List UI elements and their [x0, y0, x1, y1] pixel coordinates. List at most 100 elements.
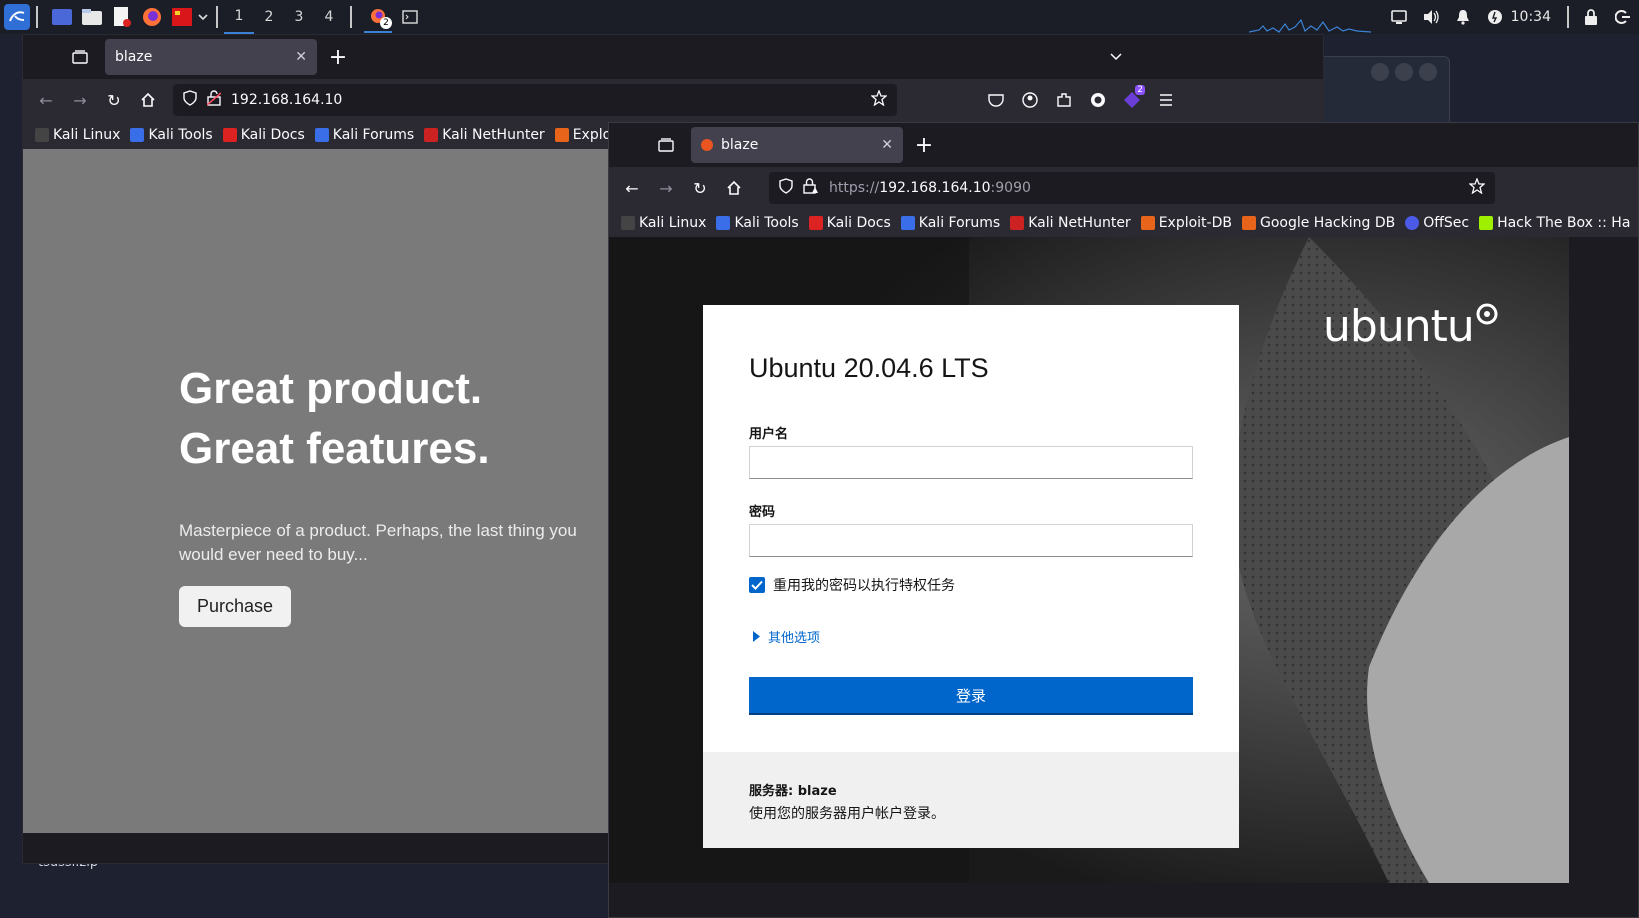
terminal-root-icon[interactable] [170, 5, 194, 29]
close-tab-icon[interactable]: ✕ [295, 49, 307, 65]
clock[interactable]: 10:34 [1511, 9, 1551, 25]
close-tab-icon[interactable]: ✕ [881, 137, 893, 153]
home-icon[interactable] [131, 83, 165, 117]
file-manager-icon[interactable] [80, 5, 104, 29]
bookmark-label: Google Hacking DB [1259, 215, 1396, 231]
tab-blaze[interactable]: blaze ✕ [105, 39, 317, 75]
ubuntu-wordmark: ubuntu [1323, 301, 1475, 352]
bookmark-hack-the-box[interactable]: Hack The Box :: Ha [1479, 215, 1630, 231]
reload-icon[interactable]: ↻ [683, 171, 717, 205]
password-input[interactable] [749, 524, 1193, 557]
workspace-4[interactable]: 4 [314, 0, 344, 34]
kali-menu-icon[interactable] [4, 4, 30, 30]
nav-bar: ← → ↻ https://192.168.164.10:9090 [609, 167, 1638, 209]
username-input[interactable] [749, 446, 1193, 479]
bookmark-google-hacking-db[interactable]: Google Hacking DB [1241, 215, 1396, 231]
bookmark-label: Kali Forums [918, 215, 1001, 231]
workspace-1[interactable]: 1 [224, 0, 254, 34]
ghdb-icon [1241, 216, 1256, 230]
hero-title-line2: Great features. [179, 424, 490, 473]
forward-icon[interactable]: → [63, 83, 97, 117]
bookmark-kali-linux[interactable]: Kali Linux [35, 127, 120, 143]
workspace-2[interactable]: 2 [254, 0, 284, 34]
kali-docs-icon [808, 216, 823, 230]
shield-icon[interactable] [779, 178, 793, 198]
new-tab-button[interactable]: + [907, 128, 941, 162]
checkbox-checked-icon[interactable] [749, 577, 765, 593]
other-options-toggle[interactable]: 其他选项 [753, 627, 820, 646]
text-editor-icon[interactable] [110, 5, 134, 29]
terminal-task-icon[interactable] [398, 5, 422, 29]
bookmarks-toolbar: Kali Linux Kali Tools Kali Docs Kali For… [609, 209, 1638, 237]
extension-circle-icon[interactable] [1081, 83, 1115, 117]
new-tab-button[interactable]: + [321, 40, 355, 74]
tab-bar: blaze ✕ + [23, 35, 1323, 79]
tab-blaze[interactable]: blaze ✕ [691, 127, 903, 163]
tab-overview-icon[interactable] [649, 128, 683, 162]
login-button[interactable]: 登录 [749, 677, 1193, 715]
home-icon[interactable] [717, 171, 751, 205]
reload-icon[interactable]: ↻ [97, 83, 131, 117]
url-prefix: https:// [829, 180, 880, 196]
cert-warning-lock-icon[interactable] [803, 178, 819, 198]
bookmark-kali-tools[interactable]: Kali Tools [130, 127, 213, 143]
back-icon[interactable]: ← [29, 83, 63, 117]
lock-icon[interactable] [1575, 0, 1607, 34]
back-icon[interactable]: ← [615, 171, 649, 205]
bookmark-kali-tools[interactable]: Kali Tools [716, 215, 799, 231]
menu-hamburger-icon[interactable] [1149, 83, 1183, 117]
logout-icon[interactable] [1607, 0, 1639, 34]
window-control-icon[interactable] [1371, 63, 1389, 81]
bookmark-star-icon[interactable] [1468, 177, 1486, 198]
bookmark-exploit-db[interactable]: Exploit-DB [1140, 215, 1232, 231]
nethunter-icon [1010, 216, 1025, 230]
firefox-icon[interactable] [140, 5, 164, 29]
insecure-lock-icon[interactable] [206, 90, 222, 110]
bookmark-kali-docs[interactable]: Kali Docs [222, 127, 305, 143]
tab-overview-icon[interactable] [63, 40, 97, 74]
chevron-down-icon[interactable] [196, 5, 210, 29]
taskbar-separator [216, 6, 218, 28]
kali-forums-icon [314, 128, 329, 142]
os-title: Ubuntu 20.04.6 LTS [749, 353, 989, 383]
bookmark-kali-forums[interactable]: Kali Forums [314, 127, 414, 143]
offsec-icon [1405, 216, 1420, 230]
bookmark-kali-forums[interactable]: Kali Forums [900, 215, 1001, 231]
tab-title: blaze [115, 49, 153, 65]
bookmark-offsec[interactable]: OffSec [1405, 215, 1469, 231]
power-status-icon[interactable] [1479, 0, 1511, 34]
volume-icon[interactable] [1415, 0, 1447, 34]
nav-bar: ← → ↻ 192.168.164.10 2 [23, 79, 1323, 121]
reuse-password-option[interactable]: 重用我的密码以执行特权任务 [749, 575, 955, 595]
pocket-icon[interactable] [979, 83, 1013, 117]
url-text: 192.168.164.10 [231, 92, 343, 108]
extension-badge-icon[interactable]: 2 [1115, 83, 1149, 117]
ubuntu-circle-icon [1476, 303, 1498, 325]
other-options-label: 其他选项 [768, 631, 821, 646]
notification-bell-icon[interactable] [1447, 0, 1479, 34]
forward-icon[interactable]: → [649, 171, 683, 205]
username-label: 用户名 [749, 427, 789, 442]
list-all-tabs-icon[interactable] [1099, 40, 1133, 74]
url-bar[interactable]: https://192.168.164.10:9090 [769, 172, 1495, 204]
bookmark-star-icon[interactable] [870, 89, 888, 110]
blaze-landing-page: Great product. Great features. Masterpie… [23, 149, 609, 833]
bookmark-kali-nethunter[interactable]: Kali NetHunter [1010, 215, 1131, 231]
workspace-3[interactable]: 3 [284, 0, 314, 34]
bookmark-kali-linux[interactable]: Kali Linux [621, 215, 706, 231]
url-host: 192.168.164.10 [879, 180, 991, 196]
bookmark-kali-docs[interactable]: Kali Docs [808, 215, 891, 231]
desktop-icon[interactable] [50, 5, 74, 29]
bookmark-label: Kali Linux [639, 215, 707, 231]
cockpit-favicon-icon [701, 139, 713, 151]
account-icon[interactable] [1013, 83, 1047, 117]
purchase-button[interactable]: Purchase [179, 586, 291, 627]
window-control-icon[interactable] [1419, 63, 1437, 81]
url-bar[interactable]: 192.168.164.10 [173, 84, 897, 116]
firefox-task-icon[interactable]: 2 [364, 1, 392, 33]
window-control-icon[interactable] [1395, 63, 1413, 81]
bookmark-kali-nethunter[interactable]: Kali NetHunter [424, 127, 545, 143]
shield-icon[interactable] [183, 90, 197, 110]
extensions-icon[interactable] [1047, 83, 1081, 117]
display-icon[interactable] [1383, 0, 1415, 34]
